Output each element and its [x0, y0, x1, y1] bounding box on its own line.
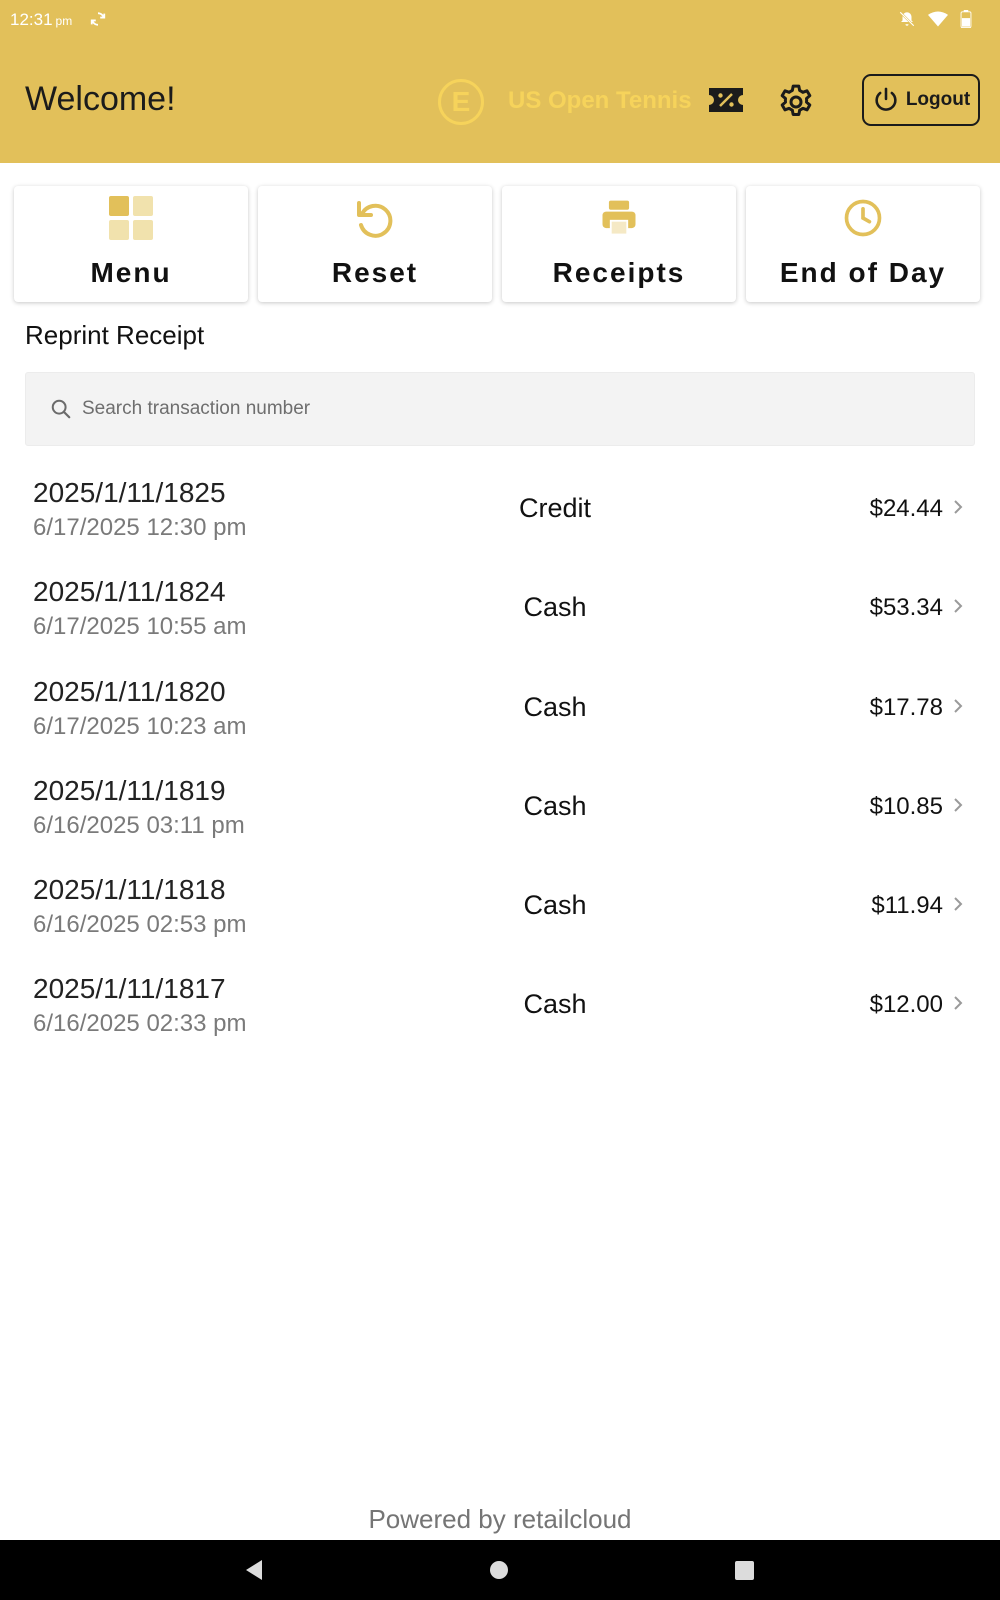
transaction-list: 2025/1/11/1825 6/17/2025 12:30 pm Credit…: [0, 460, 1000, 1056]
transaction-row[interactable]: 2025/1/11/1824 6/17/2025 10:55 am Cash $…: [0, 559, 1000, 658]
clock-icon: [844, 199, 882, 237]
chevron-right-icon: [954, 897, 963, 911]
transaction-amount: $53.34: [869, 594, 943, 622]
event-name: US Open Tennis: [508, 87, 692, 114]
payment-type: Cash: [523, 989, 587, 1020]
status-icons: [898, 10, 972, 28]
wifi-icon: [928, 11, 948, 27]
chevron-right-icon: [954, 599, 963, 614]
payment-type: Cash: [523, 790, 587, 821]
end-of-day-tile[interactable]: End of Day: [746, 186, 980, 302]
payment-type: Cash: [523, 890, 587, 921]
status-time-value: 12:31: [10, 10, 53, 29]
recent-apps-icon[interactable]: [735, 1561, 754, 1580]
chevron-right-icon: [954, 798, 963, 812]
transaction-date: 6/16/2025 03:11 pm: [33, 811, 245, 839]
transaction-number: 2025/1/11/1819: [33, 774, 226, 806]
transaction-date: 6/16/2025 02:53 pm: [33, 911, 247, 939]
system-nav-bar: [0, 1540, 1000, 1600]
chevron-right-icon: [954, 698, 963, 713]
transaction-number: 2025/1/11/1825: [33, 477, 226, 508]
gear-icon[interactable]: [776, 82, 816, 122]
search-icon: [51, 399, 71, 419]
printer-icon: [602, 200, 636, 235]
transaction-row[interactable]: 2025/1/11/1819 6/16/2025 03:11 pm Cash $…: [0, 758, 1000, 857]
transaction-number: 2025/1/11/1824: [33, 576, 226, 608]
back-icon[interactable]: [244, 1558, 264, 1582]
transaction-number: 2025/1/11/1820: [33, 675, 226, 707]
logout-button[interactable]: Logout: [862, 74, 980, 126]
grid-icon: [109, 196, 153, 240]
search-input[interactable]: [82, 373, 962, 445]
power-icon: [875, 87, 897, 111]
discount-ticket-icon[interactable]: [706, 84, 746, 116]
transaction-amount: $17.78: [869, 693, 943, 721]
transaction-date: 6/16/2025 02:33 pm: [33, 1010, 247, 1038]
reset-tile-label: Reset: [331, 257, 419, 288]
transaction-date: 6/17/2025 10:55 am: [33, 613, 247, 641]
transaction-number: 2025/1/11/1818: [33, 874, 226, 906]
transaction-row[interactable]: 2025/1/11/1818 6/16/2025 02:53 pm Cash $…: [0, 857, 1000, 956]
reset-icon: [357, 201, 393, 238]
status-bar: 12:31 pm: [0, 0, 1000, 40]
powered-by-footer: Powered by retailcloud: [368, 1504, 632, 1534]
payment-type: Credit: [518, 493, 592, 523]
transaction-amount: $10.85: [869, 792, 943, 820]
transaction-number: 2025/1/11/1817: [33, 973, 226, 1005]
action-tiles: Menu Reset Receipts End of Day: [14, 186, 986, 304]
status-time: 12:31 pm: [10, 10, 72, 30]
receipts-tile-label: Receipts: [552, 257, 686, 288]
menu-tile-label: Menu: [90, 257, 172, 288]
transaction-row[interactable]: 2025/1/11/1820 6/17/2025 10:23 am Cash $…: [0, 659, 1000, 758]
chevron-right-icon: [954, 500, 963, 514]
brand-letter: E: [451, 86, 471, 117]
search-box: [25, 372, 975, 446]
sync-icon: [90, 12, 106, 26]
section-title: Reprint Receipt: [25, 320, 205, 350]
payment-type: Cash: [523, 592, 587, 623]
status-time-ampm: pm: [55, 14, 73, 28]
transaction-row[interactable]: 2025/1/11/1825 6/17/2025 12:30 pm Credit…: [0, 460, 1000, 559]
home-icon[interactable]: [490, 1561, 508, 1579]
app-header: Welcome! E US Open Tennis Logout: [0, 40, 1000, 163]
transaction-amount: $24.44: [869, 495, 943, 522]
logout-label: Logout: [905, 89, 971, 110]
app-root: 12:31 pm Welcome! E US Open Tennis Logou…: [0, 0, 1000, 1600]
receipts-tile[interactable]: Receipts: [502, 186, 736, 302]
welcome-title: Welcome!: [25, 80, 176, 118]
transaction-date: 6/17/2025 10:23 am: [33, 712, 247, 740]
brand-logo: E: [438, 79, 484, 125]
transaction-amount: $11.94: [871, 892, 943, 920]
transaction-row[interactable]: 2025/1/11/1817 6/16/2025 02:33 pm Cash $…: [0, 956, 1000, 1055]
menu-tile[interactable]: Menu: [14, 186, 248, 302]
transaction-date: 6/17/2025 12:30 pm: [33, 514, 247, 541]
notifications-off-icon: [899, 11, 915, 27]
battery-icon: [960, 10, 972, 28]
end-of-day-tile-label: End of Day: [779, 257, 947, 288]
transaction-amount: $12.00: [869, 991, 943, 1019]
chevron-right-icon: [954, 996, 963, 1011]
reset-tile[interactable]: Reset: [258, 186, 492, 302]
payment-type: Cash: [523, 691, 587, 722]
